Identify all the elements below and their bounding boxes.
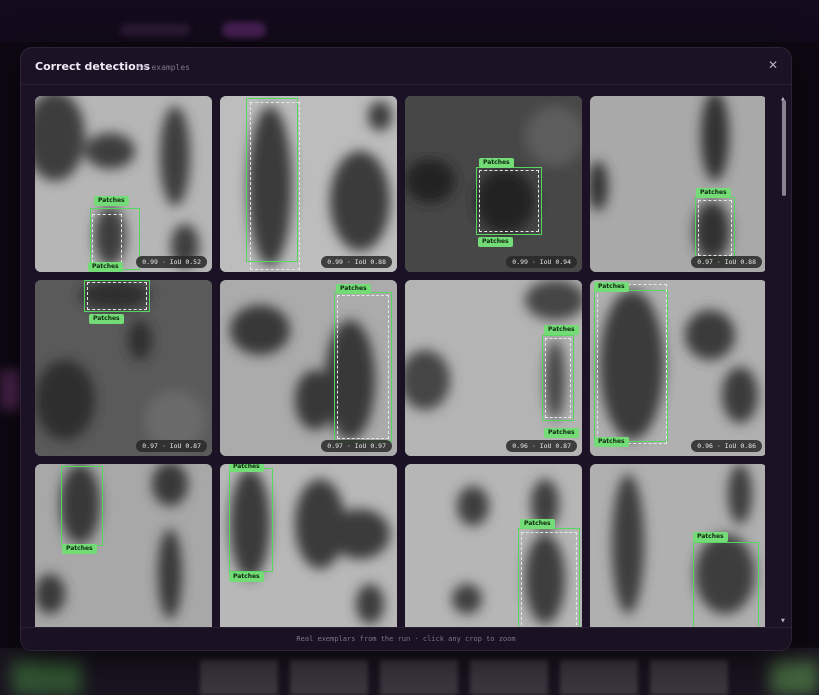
- background-green-blob: [770, 660, 819, 695]
- confidence-iou-badge: 0.99 · IoU 0.88: [321, 256, 392, 268]
- ground-truth-box: [693, 542, 759, 627]
- prediction-box: [597, 284, 667, 444]
- detection-tile[interactable]: 0.99 · IoU 0.88: [220, 96, 397, 272]
- detection-tile[interactable]: Patches Patches 0.96 · IoU 0.86: [590, 280, 765, 456]
- confidence-iou-badge: 0.97 · IoU 0.97: [321, 440, 392, 452]
- class-label-tag: Patches: [594, 282, 629, 292]
- class-label-tag: Patches: [336, 284, 371, 294]
- modal-title: Correct detections: [35, 60, 151, 73]
- example-count: 64 examples: [137, 63, 190, 72]
- class-label-tag: Patches: [229, 464, 264, 472]
- scrollbar-thumb[interactable]: [782, 100, 786, 196]
- background-card: [380, 660, 458, 695]
- class-label-tag: Patches: [94, 196, 129, 206]
- confidence-iou-badge: 0.96 · IoU 0.87: [506, 440, 577, 452]
- confidence-iou-badge: 0.99 · IoU 0.94: [506, 256, 577, 268]
- scroll-down-icon[interactable]: ▼: [781, 618, 785, 624]
- close-icon[interactable]: ✕: [765, 57, 781, 73]
- detection-tile[interactable]: Patches Patches 0.99 · IoU 0.94: [405, 96, 582, 272]
- ground-truth-box: [229, 468, 273, 572]
- prediction-box: [92, 214, 122, 268]
- detection-grid: Patches Patches 0.99 · IoU 0.52 0.99 · I…: [35, 96, 765, 627]
- class-label-tag: Patches: [544, 428, 579, 438]
- background-topbar: [0, 0, 819, 42]
- background-card: [290, 660, 368, 695]
- class-label-tag: Patches: [62, 544, 97, 554]
- detection-tile[interactable]: Patches 0.97 · IoU 0.97: [220, 280, 397, 456]
- confidence-iou-badge: 0.97 · IoU 0.87: [136, 440, 207, 452]
- footer-hint: Real exemplars from the run · click any …: [296, 635, 516, 643]
- confidence-iou-badge: 0.99 · IoU 0.52: [136, 256, 207, 268]
- detection-tile[interactable]: Patches 0.97 · IoU 0.87: [35, 280, 212, 456]
- prediction-box: [337, 295, 389, 439]
- prediction-box: [521, 532, 577, 627]
- background-card: [470, 660, 548, 695]
- detection-tile[interactable]: Patches Patches: [220, 464, 397, 627]
- prediction-box: [479, 170, 539, 232]
- detection-tile[interactable]: Patches Patches 0.96 · IoU 0.87: [405, 280, 582, 456]
- class-label-tag: Patches: [88, 262, 123, 272]
- detection-tile[interactable]: Patches: [590, 464, 765, 627]
- modal-footer: Real exemplars from the run · click any …: [21, 627, 791, 650]
- background-card: [560, 660, 638, 695]
- class-label-tag: Patches: [229, 572, 264, 582]
- class-label-tag: Patches: [693, 532, 728, 542]
- modal-header: Correct detections 64 examples ✕: [21, 48, 791, 85]
- class-label-tag: Patches: [696, 188, 731, 198]
- ground-truth-box: [61, 466, 103, 546]
- prediction-box: [545, 338, 571, 418]
- class-label-tag: Patches: [520, 519, 555, 529]
- detection-tile[interactable]: Patches: [405, 464, 582, 627]
- background-green-blob: [12, 660, 82, 695]
- background-card: [200, 660, 278, 695]
- prediction-box: [87, 282, 147, 310]
- detection-tile[interactable]: Patches: [35, 464, 212, 627]
- prediction-box: [698, 200, 732, 256]
- background-active-pill: [222, 22, 266, 38]
- background-card: [650, 660, 728, 695]
- scrollbar[interactable]: ▲ ▼: [781, 96, 787, 627]
- crop-image: [590, 96, 765, 272]
- prediction-box: [250, 102, 300, 270]
- class-label-tag: Patches: [89, 314, 124, 324]
- detection-tile[interactable]: Patches 0.97 · IoU 0.88: [590, 96, 765, 272]
- class-label-tag: Patches: [478, 237, 513, 247]
- class-label-tag: Patches: [479, 158, 514, 168]
- detection-tile[interactable]: Patches Patches 0.99 · IoU 0.52: [35, 96, 212, 272]
- confidence-iou-badge: 0.96 · IoU 0.86: [691, 440, 762, 452]
- class-label-tag: Patches: [594, 437, 629, 447]
- correct-detections-modal: Correct detections 64 examples ✕ Patches…: [20, 47, 792, 651]
- background-nav-item: [120, 24, 190, 36]
- confidence-iou-badge: 0.97 · IoU 0.88: [691, 256, 762, 268]
- background-side-accent: [0, 370, 22, 410]
- class-label-tag: Patches: [544, 325, 579, 335]
